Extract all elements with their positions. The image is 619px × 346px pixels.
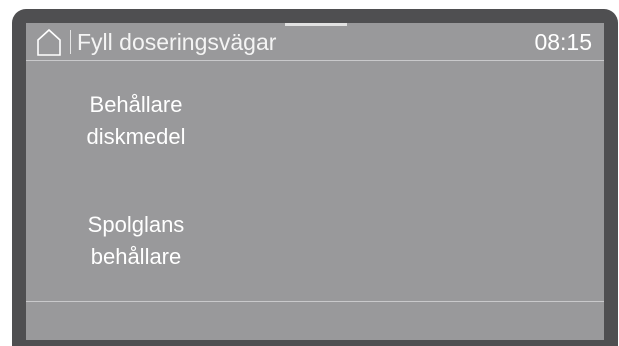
menu-item-detergent-container[interactable]: Behållare diskmedel [66,89,206,153]
menu-item-label-line2: behållare [90,244,182,269]
display-screen: Fyll doseringsvägar 08:15 Behållare disk… [26,23,604,340]
menu-item-rinse-aid-container[interactable]: Spolglans behållare [66,209,206,273]
footer-divider-line [26,301,604,302]
clock-time: 08:15 [534,29,592,55]
menu-item-label-line2: diskmedel [86,124,186,149]
home-icon[interactable] [36,28,62,57]
header-divider [70,30,71,54]
header-bar: Fyll doseringsvägar 08:15 [26,23,604,60]
header-divider-line [26,60,604,61]
page-title: Fyll doseringsvägar [77,29,277,55]
menu-item-label-line1: Behållare [89,92,183,117]
menu-item-label-line1: Spolglans [87,212,185,237]
